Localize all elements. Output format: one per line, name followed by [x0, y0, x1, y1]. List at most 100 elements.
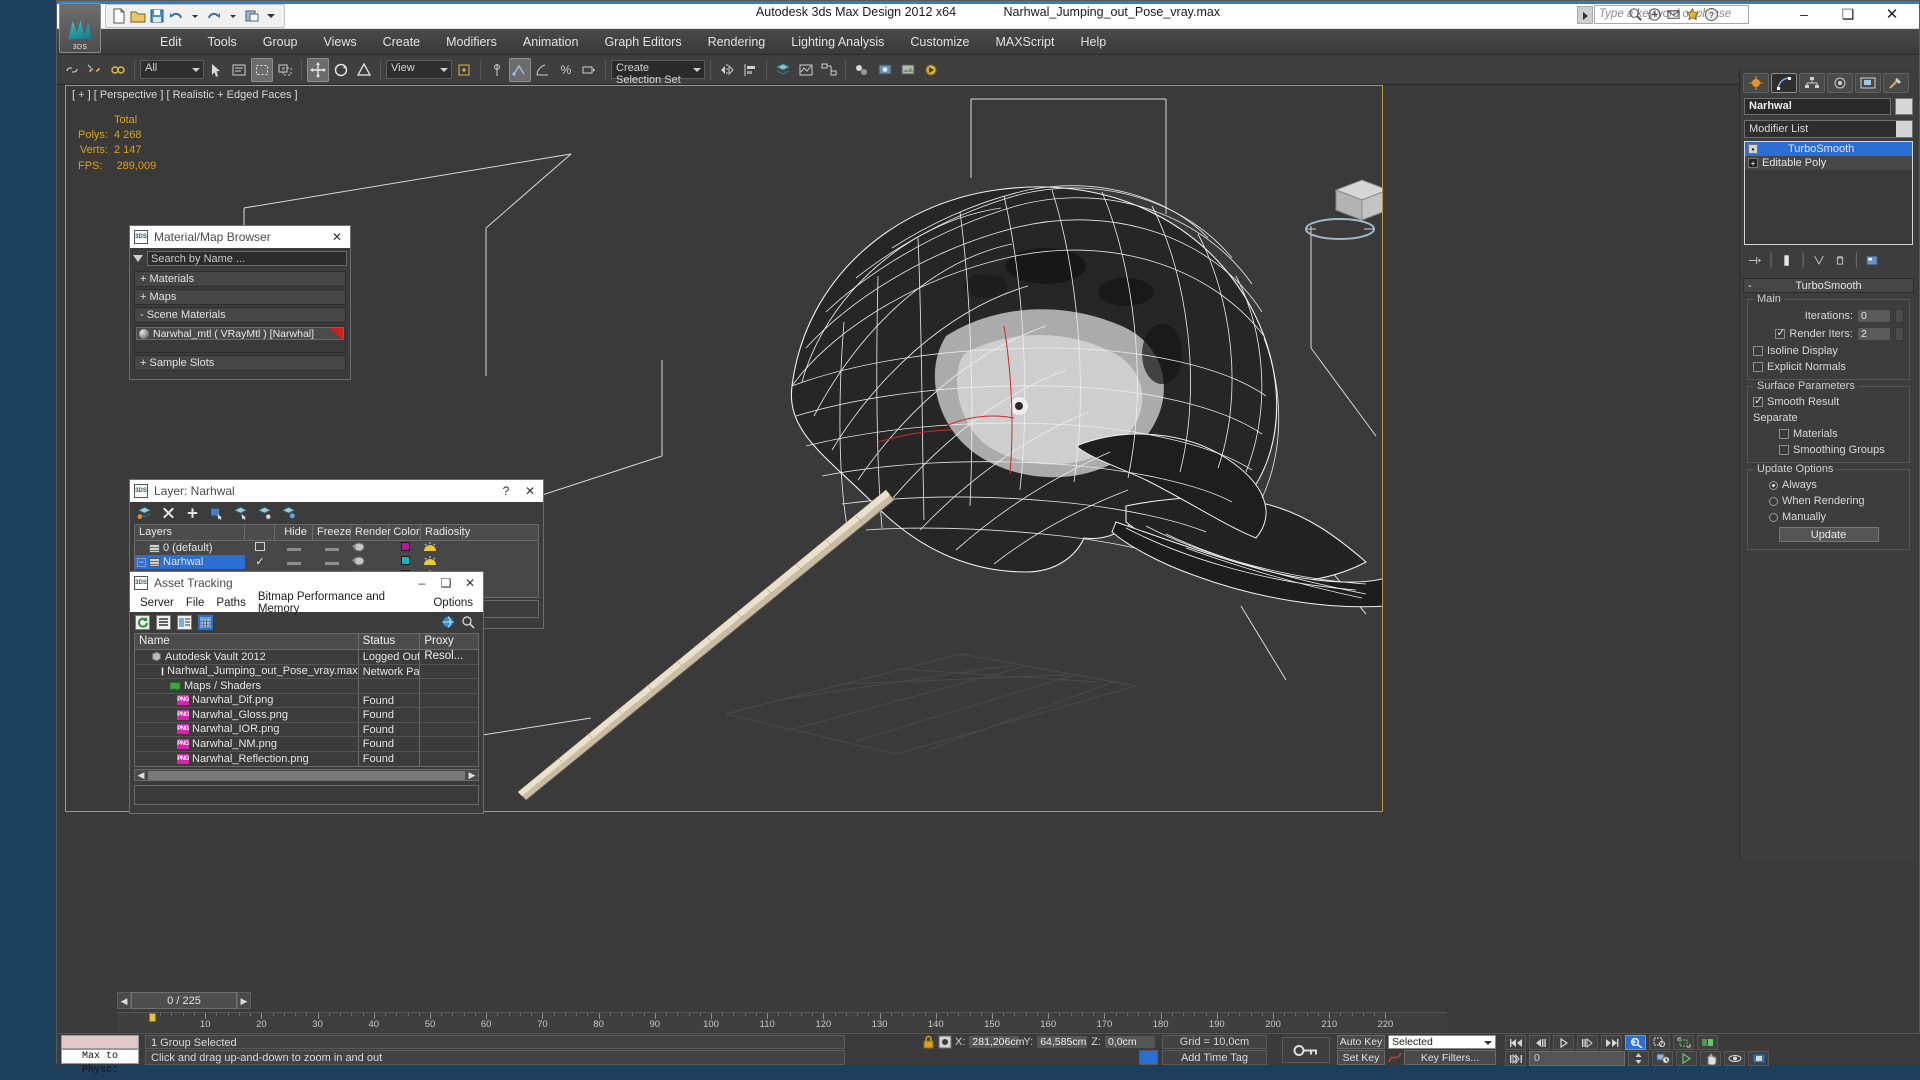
table-row[interactable]: PNG Narwhal_Reflection.png Found	[135, 751, 478, 766]
help-globe-icon[interactable]	[441, 615, 455, 629]
table-row[interactable]: PNG Narwhal_IOR.png Found	[135, 722, 478, 737]
menu-graph-editors[interactable]: Graph Editors	[591, 29, 694, 55]
z-field[interactable]: 0,0cm	[1103, 1035, 1156, 1049]
current-frame-spinner[interactable]: 0	[1529, 1051, 1625, 1066]
menu-group[interactable]: Group	[250, 29, 311, 55]
key-filters-button[interactable]: Key Filters...	[1404, 1050, 1496, 1065]
track-bar[interactable]: 10 20 30 40 50 60 70 80 90 100 110 120 130 140 150 160 1…	[117, 1012, 1447, 1032]
selection-filter-combo[interactable]: All	[140, 60, 204, 79]
percent-snap-icon[interactable]: %	[555, 58, 577, 82]
render-toggle-icon[interactable]	[351, 541, 365, 552]
asset-menu-server[interactable]: Server	[134, 597, 180, 609]
material-browser-close-button[interactable]: ✕	[328, 230, 346, 244]
frame-spinner-buttons[interactable]	[1628, 1051, 1649, 1066]
table-row[interactable]: 0 (default)	[135, 541, 538, 555]
use-pivot-point-center-icon[interactable]	[453, 58, 475, 82]
favorites-star-icon[interactable]	[1685, 7, 1700, 22]
material-browser-title-bar[interactable]: 3DS Material/Map Browser ✕	[130, 226, 350, 248]
modifier-list-dropdown[interactable]: Modifier List	[1744, 120, 1913, 138]
display-tab[interactable]	[1855, 73, 1881, 93]
layer-dialog-title-bar[interactable]: 3DS Layer: Narhwal ? ✕	[130, 480, 543, 502]
lock-icon[interactable]	[922, 1035, 935, 1049]
render-setup-icon[interactable]	[874, 58, 896, 82]
x-field[interactable]: 281,206cm	[968, 1035, 1024, 1049]
maximize-button[interactable]: ❑	[1827, 3, 1869, 25]
rollout-header[interactable]: - TurboSmooth	[1743, 278, 1914, 293]
asset-menu-file[interactable]: File	[180, 597, 211, 609]
maximize-viewport-toggle-button[interactable]	[1748, 1051, 1769, 1066]
layer-properties-icon[interactable]	[281, 506, 296, 520]
layer-manager-icon[interactable]	[772, 58, 794, 82]
render-toggle-icon[interactable]	[351, 555, 365, 566]
time-tag-icon[interactable]	[1139, 1050, 1158, 1065]
select-link-icon[interactable]	[61, 58, 83, 82]
menu-create[interactable]: Create	[370, 29, 434, 55]
section-materials[interactable]: + Materials	[134, 271, 346, 287]
expand-plus-icon[interactable]: +	[1748, 158, 1758, 168]
freeze-toggle[interactable]	[325, 562, 339, 565]
path-view-icon[interactable]	[177, 615, 192, 630]
redo-icon[interactable]	[206, 8, 222, 24]
current-layer-check[interactable]: ✓	[245, 555, 275, 569]
render-iters-field[interactable]: 2	[1857, 327, 1891, 341]
modifier-stack[interactable]: • TurboSmooth + Editable Poly	[1744, 141, 1913, 245]
new-file-icon[interactable]	[111, 8, 127, 24]
render-iters-spinner[interactable]	[1895, 327, 1904, 341]
application-menu-button[interactable]: 3DS	[59, 3, 101, 53]
rectangular-selection-region-icon[interactable]	[251, 57, 273, 82]
select-highlighted-objects-icon[interactable]	[233, 506, 248, 520]
scroll-left-arrow-icon[interactable]: ◀	[135, 770, 147, 781]
reference-coordinate-system-combo[interactable]: View	[386, 60, 452, 79]
project-folder-icon[interactable]	[244, 8, 260, 24]
smooth-result-checkbox[interactable]	[1753, 394, 1763, 407]
window-crossing-icon[interactable]	[274, 58, 296, 82]
section-sample-slots[interactable]: + Sample Slots	[134, 355, 346, 371]
next-frame-button[interactable]	[1577, 1035, 1598, 1050]
filter-dropdown-icon[interactable]	[133, 255, 143, 262]
material-search-input[interactable]: Search by Name ...	[147, 251, 347, 266]
close-button[interactable]: ✕	[1871, 3, 1913, 25]
select-and-scale-icon[interactable]	[353, 58, 375, 82]
time-configuration-button[interactable]	[1652, 1051, 1673, 1066]
menu-edit[interactable]: Edit	[147, 29, 195, 55]
collapse-icon[interactable]: -	[1748, 279, 1752, 293]
add-time-tag-button[interactable]: Add Time Tag	[1162, 1050, 1267, 1065]
graph-editor-icon[interactable]	[795, 58, 817, 82]
asset-horizontal-scrollbar[interactable]: ◀ ▶	[134, 769, 479, 781]
table-row[interactable]: Autodesk Vault 2012 Logged Out ...	[135, 650, 478, 665]
time-slider[interactable]: ◀ 0 / 225 ▶	[117, 991, 1407, 1010]
bind-space-warp-icon[interactable]	[107, 58, 129, 82]
render-iters-checkbox[interactable]	[1775, 326, 1786, 339]
make-unique-icon[interactable]	[1812, 254, 1826, 267]
named-selection-sets-combo[interactable]: Create Selection Set	[611, 60, 705, 86]
magnifier-refresh-icon[interactable]	[461, 615, 475, 629]
asset-close-button[interactable]: ✕	[461, 576, 479, 590]
table-row[interactable]: − Narhwal ✓	[135, 555, 538, 569]
layer-color-swatch[interactable]	[400, 542, 410, 551]
object-color-swatch[interactable]	[1895, 98, 1913, 115]
menu-lighting-analysis[interactable]: Lighting Analysis	[778, 29, 897, 55]
select-objects-in-layer-icon[interactable]	[209, 506, 224, 520]
isoline-display-checkbox[interactable]	[1753, 346, 1763, 356]
highlight-selected-objects-icon[interactable]	[257, 506, 272, 520]
mirror-icon[interactable]	[716, 58, 738, 82]
asset-minimize-button[interactable]: –	[413, 576, 431, 590]
orbit-button[interactable]	[1724, 1051, 1745, 1066]
stack-item-editable-poly[interactable]: + Editable Poly	[1745, 156, 1912, 170]
radiosity-icon[interactable]	[421, 555, 439, 566]
select-object-icon[interactable]	[205, 58, 227, 82]
refresh-icon[interactable]	[135, 615, 150, 630]
angle-snap-icon[interactable]	[532, 58, 554, 82]
spinner-snap-icon[interactable]	[578, 58, 600, 82]
table-row[interactable]: PNG Narwhal_Gloss.png Found	[135, 708, 478, 723]
separate-materials-checkbox[interactable]	[1779, 429, 1789, 439]
pin-stack-icon[interactable]	[1748, 254, 1762, 267]
scene-material-item[interactable]: Narwhal_mtl ( VRayMtl ) [Narwhal]	[136, 327, 344, 340]
play-animation-button[interactable]	[1553, 1035, 1574, 1050]
key-mode-toggle[interactable]	[1282, 1037, 1330, 1063]
qat-dropdown-icon[interactable]	[263, 8, 279, 24]
save-file-icon[interactable]	[149, 8, 165, 24]
select-by-name-icon[interactable]	[228, 58, 250, 82]
list-view-icon[interactable]	[156, 615, 171, 630]
menu-tools[interactable]: Tools	[195, 29, 250, 55]
